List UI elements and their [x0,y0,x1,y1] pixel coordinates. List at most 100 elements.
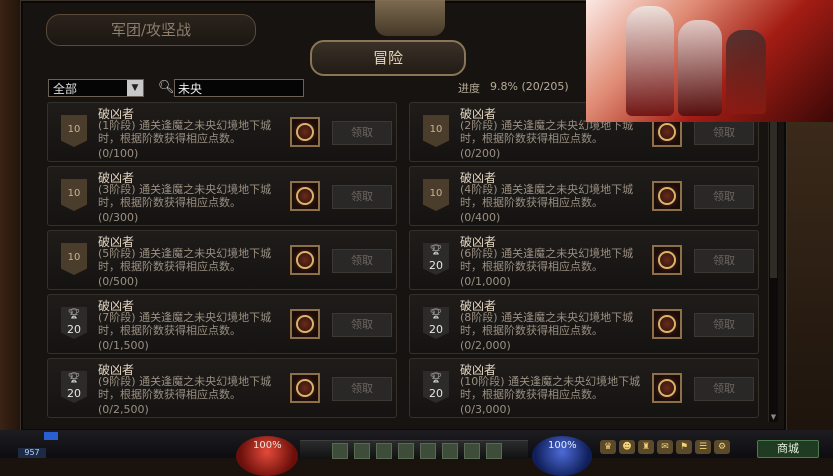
claim-button[interactable]: 领取 [332,121,392,145]
reward-emblem-ring [296,123,314,141]
reward-emblem-ring [296,187,314,205]
badge-points: 10 [429,124,443,135]
search-input[interactable]: 未央 [174,79,304,97]
scrollbar[interactable]: ▼ [768,104,778,422]
achievement-card: 🏆︎ 20 破凶者 (8阶段) 通关逢魔之未央幻境地下城时，根据阶数获得相应点数。 (0… [409,294,759,354]
claim-button[interactable]: 领取 [694,249,754,273]
achievement-desc: (8阶段) 通关逢魔之未央幻境地下城时，根据阶数获得相应点数。 [460,311,634,337]
achievement-card: 10 破凶者 (1阶段) 通关逢魔之未央幻境地下城时，根据阶数获得相应点数。 (0/1… [47,102,397,162]
tab-adventure[interactable]: 冒险 [310,40,466,76]
achievement-card: 🏆︎ 20 破凶者 (6阶段) 通关逢魔之未央幻境地下城时，根据阶数获得相应点数。 (0… [409,230,759,290]
promo-banner[interactable] [586,0,833,122]
promo-logo [781,8,827,22]
achievement-count: (0/2,500) [98,403,149,416]
badge-points: 20 [429,323,443,336]
skill-slot[interactable] [464,443,480,459]
mp-text: 100% [548,440,577,451]
achievement-desc: (1阶段) 通关逢魔之未央幻境地下城时，根据阶数获得相应点数。 [98,119,272,145]
badge-points: 10 [67,124,81,135]
skill-slot[interactable] [376,443,392,459]
achievement-card: 10 破凶者 (4阶段) 通关逢魔之未央幻境地下城时，根据阶数获得相应点数。 (0/4… [409,166,759,226]
achievement-card: 🏆︎ 20 破凶者 (7阶段) 通关逢魔之未央幻境地下城时，根据阶数获得相应点数。 (0… [47,294,397,354]
progress-value: 9.8% (20/205) [490,80,569,93]
achievement-card: 10 破凶者 (3阶段) 通关逢魔之未央幻境地下城时，根据阶数获得相应点数。 (0/3… [47,166,397,226]
achievement-count: (0/2,000) [460,339,511,352]
level-box: 957 [18,448,46,458]
skill-slot[interactable] [332,443,348,459]
achievement-desc: (7阶段) 通关逢魔之未央幻境地下城时，根据阶数获得相应点数。 [98,311,272,337]
reward-emblem-icon[interactable] [290,245,320,275]
achievement-desc: (10阶段) 通关逢魔之未央幻境地下城时，根据阶数获得相应点数。 [460,375,641,401]
menu-icon[interactable]: ♜ [638,440,654,454]
achievement-desc: (3阶段) 通关逢魔之未央幻境地下城时，根据阶数获得相应点数。 [98,183,272,209]
promo-character [626,6,674,116]
tab-legion[interactable]: 军团/攻坚战 [46,14,256,46]
claim-button[interactable]: 领取 [694,185,754,209]
hp-text: 100% [253,440,282,451]
badge-points: 20 [429,387,443,400]
reward-emblem-ring [296,379,314,397]
trophy-badge: 🏆︎ 20 [423,371,449,403]
reward-emblem-ring [296,251,314,269]
menu-icon[interactable]: ☻ [619,440,635,454]
badge-points: 20 [429,259,443,272]
achievement-desc: (9阶段) 通关逢魔之未央幻境地下城时，根据阶数获得相应点数。 [98,375,272,401]
trophy-badge: 🏆︎ 20 [423,307,449,339]
skill-slot[interactable] [398,443,414,459]
claim-button[interactable]: 领取 [332,185,392,209]
shop-button[interactable]: 商城 [757,440,819,458]
trophy-icon: 🏆︎ [429,309,443,320]
trophy-badge: 🏆︎ 20 [61,371,87,403]
claim-button[interactable]: 领取 [332,377,392,401]
reward-emblem-icon[interactable] [652,245,682,275]
reward-emblem-icon[interactable] [290,309,320,339]
reward-emblem-icon[interactable] [652,309,682,339]
menu-icon[interactable]: ✉ [657,440,673,454]
achievement-card: 🏆︎ 20 破凶者 (9阶段) 通关逢魔之未央幻境地下城时，根据阶数获得相应点数。 (0… [47,358,397,418]
reward-emblem-icon[interactable] [290,181,320,211]
points-badge: 10 [61,115,87,147]
achievement-desc: (5阶段) 通关逢魔之未央幻境地下城时，根据阶数获得相应点数。 [98,247,272,273]
skill-slot[interactable] [420,443,436,459]
mini-icon [44,432,58,440]
skill-slot[interactable] [354,443,370,459]
points-badge: 10 [61,179,87,211]
category-select[interactable]: 全部 ▼ [48,79,144,97]
skill-slot[interactable] [442,443,458,459]
claim-button[interactable]: 领取 [694,313,754,337]
scroll-down-icon[interactable]: ▼ [769,412,778,422]
trophy-icon: 🏆︎ [429,245,443,256]
claim-button[interactable]: 领取 [694,377,754,401]
category-select-value: 全部 [53,82,78,96]
promo-character [726,30,766,114]
promo-character [678,20,722,116]
reward-emblem-icon[interactable] [290,117,320,147]
reward-emblem-icon[interactable] [652,373,682,403]
badge-points: 10 [67,188,81,199]
menu-icon[interactable]: ⚙ [714,440,730,454]
claim-button[interactable]: 领取 [332,249,392,273]
chevron-down-icon[interactable]: ▼ [127,80,143,96]
points-badge: 10 [423,115,449,147]
claim-button[interactable]: 领取 [332,313,392,337]
right-background-art [783,120,833,440]
skill-slot[interactable] [486,443,502,459]
achievement-card: 10 破凶者 (5阶段) 通关逢魔之未央幻境地下城时，根据阶数获得相应点数。 (0/5… [47,230,397,290]
reward-emblem-icon[interactable] [290,373,320,403]
menu-icon[interactable]: ⚑ [676,440,692,454]
scroll-thumb[interactable] [770,108,777,278]
menu-icon[interactable]: ♛ [600,440,616,454]
skill-bar [300,440,528,459]
claim-button[interactable]: 领取 [694,121,754,145]
menu-icons: ♛ ☻ ♜ ✉ ⚑ ☰ ⚙ [600,440,730,454]
progress-label: 进度 [458,82,480,95]
reward-emblem-icon[interactable] [652,181,682,211]
badge-points: 10 [429,188,443,199]
achievement-count: (0/3,000) [460,403,511,416]
achievement-desc: (2阶段) 通关逢魔之未央幻境地下城时，根据阶数获得相应点数。 [460,119,634,145]
badge-points: 10 [67,252,81,263]
achievement-card: 🏆︎ 20 破凶者 (10阶段) 通关逢魔之未央幻境地下城时，根据阶数获得相应点数。(… [409,358,759,418]
reward-emblem-ring [658,123,676,141]
reward-emblem-ring [658,187,676,205]
menu-icon[interactable]: ☰ [695,440,711,454]
